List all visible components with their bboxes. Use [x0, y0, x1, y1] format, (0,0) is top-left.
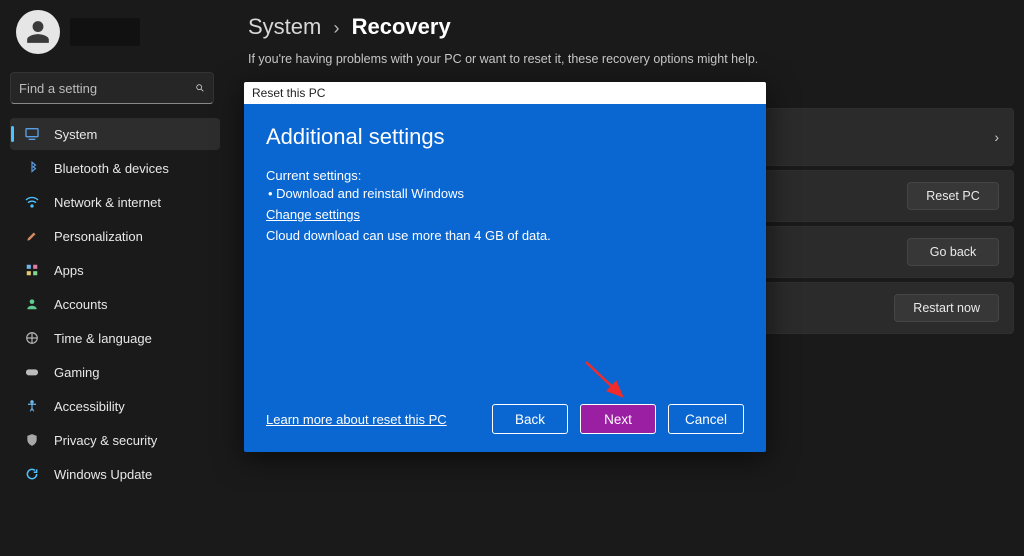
sidebar-item-gaming[interactable]: Gaming — [10, 356, 220, 388]
sidebar-item-label: Privacy & security — [54, 433, 157, 448]
sidebar-item-apps[interactable]: Apps — [10, 254, 220, 286]
sidebar-item-accounts[interactable]: Accounts — [10, 288, 220, 320]
sidebar-item-label: Accounts — [54, 297, 107, 312]
sidebar-item-label: Accessibility — [54, 399, 125, 414]
sidebar-item-label: Time & language — [54, 331, 152, 346]
bluetooth-icon — [24, 160, 40, 176]
next-button[interactable]: Next — [580, 404, 656, 434]
chevron-right-icon: › — [994, 129, 999, 145]
sidebar-item-bluetooth[interactable]: Bluetooth & devices — [10, 152, 220, 184]
dialog-heading: Additional settings — [266, 124, 744, 150]
avatar — [16, 10, 60, 54]
sidebar-item-label: Network & internet — [54, 195, 161, 210]
sidebar-item-label: Personalization — [54, 229, 143, 244]
current-settings-bullet: • Download and reinstall Windows — [268, 186, 744, 201]
dialog-titlebar: Reset this PC — [244, 82, 766, 104]
search-icon — [195, 81, 205, 95]
chevron-right-icon: › — [333, 18, 339, 38]
wifi-icon — [24, 194, 40, 210]
go-back-button[interactable]: Go back — [907, 238, 999, 266]
cancel-button[interactable]: Cancel — [668, 404, 744, 434]
accounts-icon — [24, 296, 40, 312]
sidebar-item-accessibility[interactable]: Accessibility — [10, 390, 220, 422]
breadcrumb-page: Recovery — [352, 14, 451, 39]
accessibility-icon — [24, 398, 40, 414]
sidebar-item-time-language[interactable]: Time & language — [10, 322, 220, 354]
sidebar-item-privacy[interactable]: Privacy & security — [10, 424, 220, 456]
reset-pc-button[interactable]: Reset PC — [907, 182, 999, 210]
sidebar-item-label: Gaming — [54, 365, 100, 380]
sidebar-item-system[interactable]: System — [10, 118, 220, 150]
apps-icon — [24, 262, 40, 278]
sidebar-item-network[interactable]: Network & internet — [10, 186, 220, 218]
sidebar-item-label: Windows Update — [54, 467, 152, 482]
search-input[interactable] — [19, 81, 195, 96]
system-icon — [24, 126, 40, 142]
sidebar-item-personalization[interactable]: Personalization — [10, 220, 220, 252]
search-input-wrap[interactable] — [10, 72, 214, 104]
change-settings-link[interactable]: Change settings — [266, 207, 360, 222]
user-name-redacted — [70, 18, 140, 46]
update-icon — [24, 466, 40, 482]
shield-icon — [24, 432, 40, 448]
gaming-icon — [24, 364, 40, 380]
cloud-download-note: Cloud download can use more than 4 GB of… — [266, 228, 744, 243]
brush-icon — [24, 228, 40, 244]
reset-pc-dialog: Reset this PC Additional settings Curren… — [244, 82, 766, 452]
sidebar-item-label: Apps — [54, 263, 84, 278]
learn-more-link[interactable]: Learn more about reset this PC — [266, 412, 447, 427]
page-description: If you're having problems with your PC o… — [248, 52, 1014, 66]
clock-globe-icon — [24, 330, 40, 346]
sidebar-nav: System Bluetooth & devices Network & int… — [10, 118, 220, 490]
breadcrumb-root[interactable]: System — [248, 14, 321, 39]
current-settings-label: Current settings: — [266, 166, 744, 186]
back-button[interactable]: Back — [492, 404, 568, 434]
restart-now-button[interactable]: Restart now — [894, 294, 999, 322]
sidebar-item-label: Bluetooth & devices — [54, 161, 169, 176]
breadcrumb: System › Recovery — [248, 14, 1014, 40]
user-header[interactable] — [16, 10, 220, 54]
sidebar-item-windows-update[interactable]: Windows Update — [10, 458, 220, 490]
sidebar-item-label: System — [54, 127, 97, 142]
